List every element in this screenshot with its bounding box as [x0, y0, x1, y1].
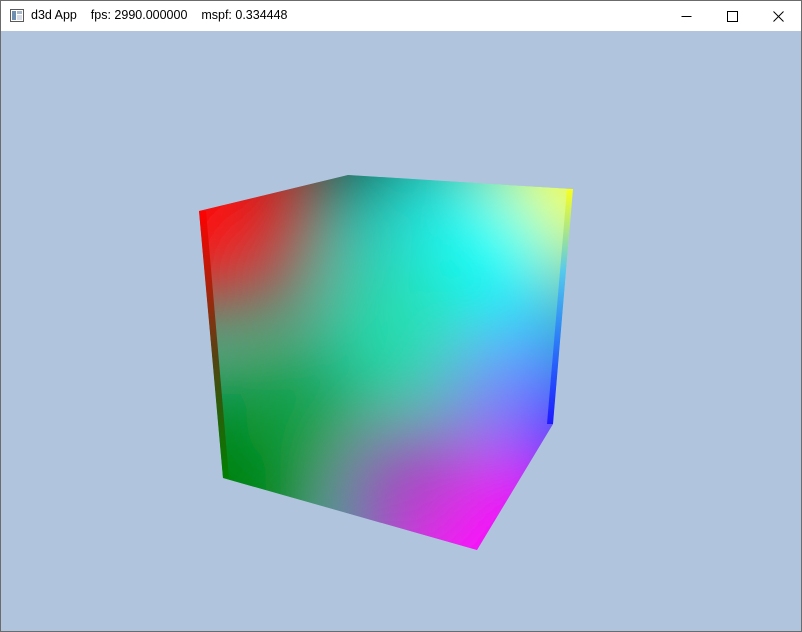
cube-canvas: [199, 175, 573, 550]
close-button[interactable]: [755, 1, 801, 31]
fps-readout: fps: 2990.000000: [90, 8, 188, 22]
cube-mesh: [199, 175, 573, 550]
app-icon[interactable]: [10, 9, 24, 22]
minimize-icon: [681, 15, 691, 17]
window-title: d3d App fps: 2990.000000 mspf: 0.334448: [31, 8, 288, 22]
close-icon: [772, 10, 784, 22]
maximize-icon: [726, 10, 738, 22]
minimize-button[interactable]: [663, 1, 709, 31]
mspf-readout: mspf: 0.334448: [201, 8, 288, 22]
render-viewport[interactable]: [1, 31, 801, 631]
app-name: d3d App: [31, 8, 77, 22]
maximize-button[interactable]: [709, 1, 755, 31]
title-bar[interactable]: d3d App fps: 2990.000000 mspf: 0.334448: [1, 1, 801, 31]
application-window: d3d App fps: 2990.000000 mspf: 0.334448: [0, 0, 802, 632]
